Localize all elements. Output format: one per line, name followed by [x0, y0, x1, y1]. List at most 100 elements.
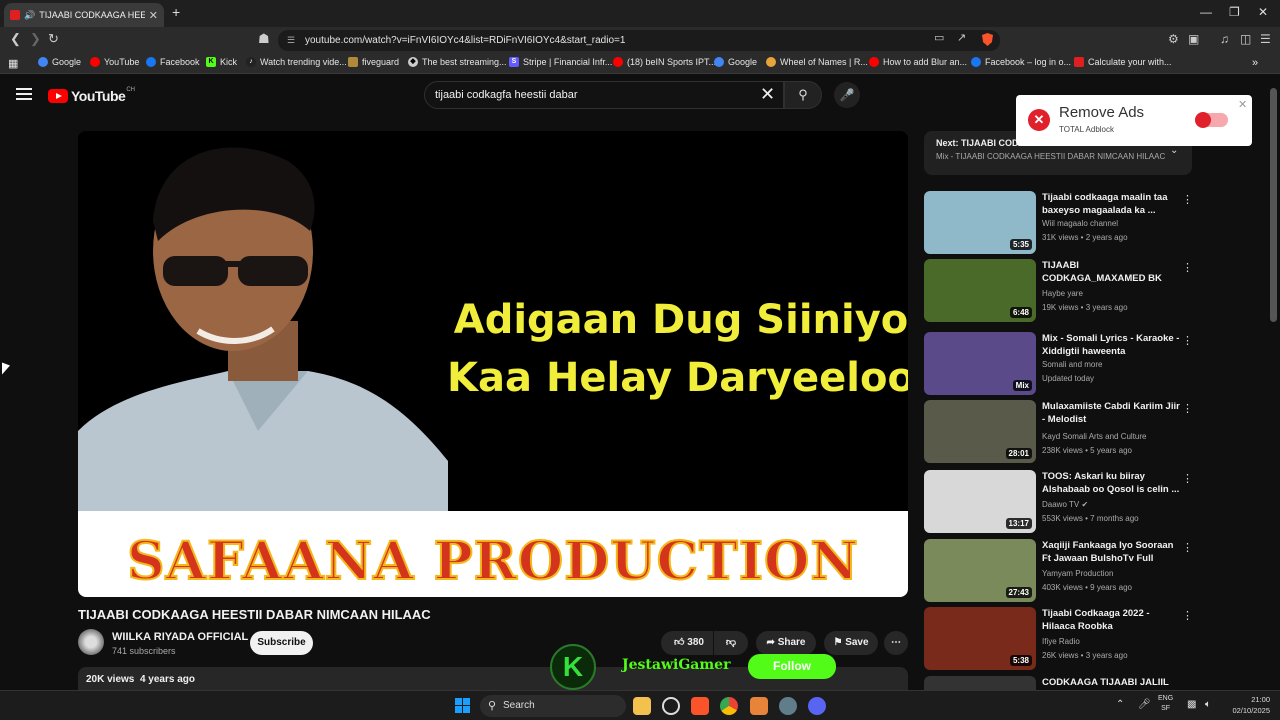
bookmark-item[interactable]: YouTube — [90, 57, 139, 67]
language-indicator[interactable]: ENG SF — [1158, 694, 1173, 714]
rec-title[interactable]: Mulaxamiiste Cabdi Kariim Jiir - Melodis… — [1042, 400, 1180, 426]
rec-title[interactable]: Mix - Somali Lyrics - Karaoke - Xiddigti… — [1042, 332, 1180, 358]
video-thumbnail[interactable]: Mix — [924, 332, 1036, 395]
channel-avatar[interactable] — [78, 629, 104, 655]
rec-channel[interactable]: Ifiye Radio — [1042, 637, 1080, 646]
bookmark-item[interactable]: Facebook – log in o... — [971, 57, 1071, 67]
close-popup-icon[interactable]: ✕ — [1238, 98, 1247, 111]
steam-icon[interactable] — [662, 697, 680, 715]
bookmark-item[interactable]: ◆ The best streaming... — [408, 57, 507, 67]
rec-title[interactable]: TOOS: Askari ku biiray Alshabaab oo Qoso… — [1042, 470, 1180, 496]
extensions-icon[interactable]: ⚙ — [1168, 32, 1179, 46]
bookmark-item[interactable]: Calculate your with... — [1074, 57, 1172, 67]
save-button[interactable]: ⚑ Save — [824, 631, 878, 655]
list-item[interactable]: 5:38 Tijaabi Codkaaga 2022 -Hilaaca Roob… — [924, 607, 1193, 671]
clock[interactable]: 21:00 02/10/2025 — [1224, 694, 1270, 716]
rec-title[interactable]: TIJAABI CODKAGA_MAXAMED BK — [1042, 259, 1180, 285]
active-tab[interactable]: 🔊 TIJAABI CODKAAGA HEESTII D ✕ — [4, 3, 164, 27]
clear-search-icon[interactable]: ✕ — [760, 84, 775, 105]
discord-icon[interactable] — [808, 697, 826, 715]
rec-channel[interactable]: Somali and more — [1042, 360, 1102, 369]
list-item[interactable]: 13:17 TOOS: Askari ku biiray Alshabaab o… — [924, 470, 1193, 534]
more-bookmarks-icon[interactable]: » — [1252, 57, 1258, 69]
search-button[interactable]: ⚲ — [784, 81, 822, 109]
more-options-icon[interactable]: ⋮ — [1182, 541, 1193, 554]
start-button[interactable] — [455, 698, 471, 714]
bookmark-icon[interactable]: ☗ — [258, 31, 270, 47]
video-thumbnail[interactable]: 6:48 — [924, 259, 1036, 322]
file-explorer-icon[interactable] — [633, 697, 651, 715]
video-thumbnail[interactable]: 27:43 — [924, 539, 1036, 602]
forward-icon[interactable]: ❯ — [30, 31, 41, 47]
volume-icon[interactable]: 🔈︎ — [1205, 699, 1211, 710]
video-thumbnail[interactable]: 5:35 — [924, 191, 1036, 254]
vlc-icon[interactable] — [750, 697, 768, 715]
rec-channel[interactable]: Kayd Somali Arts and Culture — [1042, 432, 1147, 441]
back-icon[interactable]: ❮ — [10, 31, 21, 47]
adblock-toggle[interactable] — [1195, 112, 1228, 128]
rec-title[interactable]: Xaqiiji Fankaaga Iyo Sooraan Ft Jawaan B… — [1042, 539, 1180, 565]
bookmark-item[interactable]: Wheel of Names | R... — [766, 57, 868, 67]
bookmark-item[interactable]: How to add Blur an... — [869, 57, 967, 67]
video-thumbnail[interactable]: 5:38 — [924, 607, 1036, 670]
rec-title[interactable]: Tijaabi Codkaaga 2022 -Hilaaca Roobka — [1042, 607, 1180, 633]
list-item[interactable]: 5:35 Tijaabi codkaaga maalin taa baxeyso… — [924, 191, 1193, 255]
bookmark-item[interactable]: Google — [38, 57, 81, 67]
rec-channel[interactable]: Yamyam Production — [1042, 569, 1113, 578]
taskbar-search[interactable]: ⚲ Search — [480, 695, 626, 717]
bookmark-item[interactable]: S Stripe | Financial Infr... — [509, 57, 612, 67]
more-options-icon[interactable]: ⋮ — [1182, 193, 1193, 206]
bookmark-item[interactable]: K Kick — [206, 57, 237, 67]
search-input[interactable]: tijaabi codkagfa heestii dabar — [424, 81, 784, 109]
close-tab-icon[interactable]: ✕ — [149, 9, 158, 22]
network-icon[interactable]: ▩ — [1187, 699, 1196, 710]
chrome-icon[interactable] — [720, 697, 738, 715]
reload-icon[interactable]: ↻ — [48, 31, 59, 47]
video-thumbnail[interactable]: 13:17 — [924, 470, 1036, 533]
bookmark-item[interactable]: ♪ Watch trending vide... — [246, 57, 347, 67]
more-options-icon[interactable]: ⋮ — [1182, 334, 1193, 347]
more-options-icon[interactable]: ⋮ — [1182, 472, 1193, 485]
bookmark-item[interactable]: Facebook — [146, 57, 200, 67]
close-window-icon[interactable]: ✕ — [1258, 5, 1268, 19]
minimize-icon[interactable]: — — [1200, 5, 1212, 19]
settings-icon[interactable] — [779, 697, 797, 715]
tray-expand-icon[interactable]: ⌃ — [1116, 699, 1124, 710]
media-icon[interactable]: ♫ — [1220, 32, 1229, 46]
video-thumbnail[interactable]: 28:01 — [924, 400, 1036, 463]
list-item[interactable]: 6:48 TIJAABI CODKAGA_MAXAMED BK Haybe ya… — [924, 259, 1193, 323]
rec-channel[interactable]: Wiil magaalo channel — [1042, 219, 1118, 228]
more-options-icon[interactable]: ⋮ — [1182, 261, 1193, 274]
chevron-down-icon[interactable]: ⌄ — [1170, 145, 1178, 156]
video-player[interactable]: Adigaan Dug Siiniyo Kaa Helay Daryeeloo … — [78, 131, 908, 597]
more-actions-icon[interactable]: ⋯ — [884, 631, 908, 655]
audio-icon[interactable]: 🔊 — [24, 10, 35, 21]
rec-title[interactable]: CODKAAGA TIJAABI JALIIL — [1042, 676, 1180, 689]
bookmark-item[interactable]: (18) beIN Sports IPT... — [613, 57, 716, 67]
hamburger-menu-icon[interactable] — [16, 88, 32, 100]
rec-channel[interactable]: Haybe yare — [1042, 289, 1083, 298]
rec-title[interactable]: Tijaabi codkaaga maalin taa baxeyso maga… — [1042, 191, 1180, 217]
site-info-icon[interactable]: ☰ — [287, 30, 295, 51]
youtube-logo[interactable]: YouTube CH — [48, 87, 135, 104]
list-item[interactable]: Mix Mix - Somali Lyrics - Karaoke - Xidd… — [924, 332, 1193, 396]
voice-search-button[interactable]: 🎤 — [834, 82, 860, 108]
video-thumbnail[interactable] — [924, 676, 1036, 690]
page-scrollbar[interactable] — [1270, 88, 1277, 322]
share-button[interactable]: ➦ Share — [756, 631, 816, 655]
more-options-icon[interactable]: ⋮ — [1182, 609, 1193, 622]
tray-mic-icon[interactable]: 🎤︎ — [1138, 699, 1151, 710]
sidebar-icon[interactable]: ◫ — [1240, 32, 1251, 46]
dislike-button[interactable]: 👎︎ — [714, 631, 748, 655]
more-options-icon[interactable]: ⋮ — [1182, 402, 1193, 415]
address-bar[interactable]: ☰ youtube.com/watch?v=iFnVI6IOYc4&list=R… — [278, 30, 1000, 51]
cast-icon[interactable]: ▭ — [934, 31, 944, 44]
bookmark-item[interactable]: Google — [714, 57, 757, 67]
brave-icon[interactable] — [691, 697, 709, 715]
restore-icon[interactable]: ❐ — [1229, 5, 1240, 19]
share-page-icon[interactable]: ↗ — [957, 31, 966, 44]
menu-icon[interactable]: ☰ — [1260, 32, 1271, 46]
new-tab-icon[interactable]: + — [172, 4, 180, 20]
channel-name[interactable]: WIILKA RIYADA OFFICIAL — [112, 631, 248, 643]
list-item[interactable]: 28:01 Mulaxamiiste Cabdi Kariim Jiir - M… — [924, 400, 1193, 464]
